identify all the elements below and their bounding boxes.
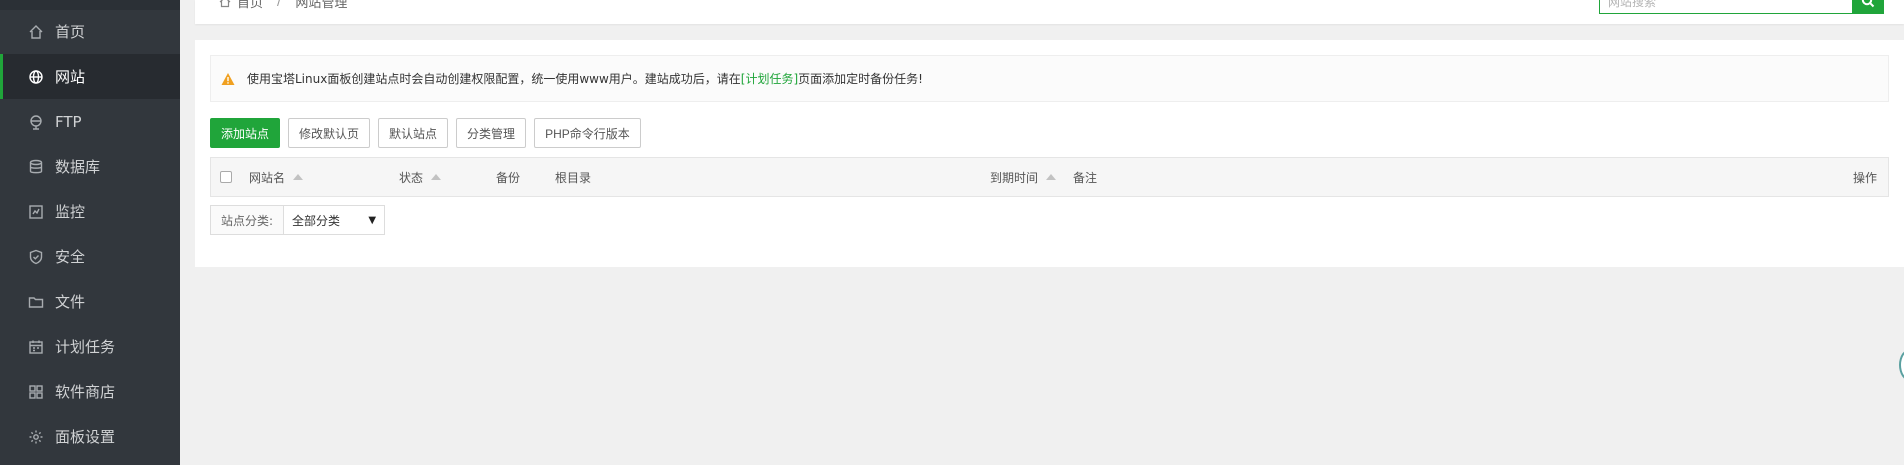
apps-grid-icon [27, 383, 45, 401]
sidebar-item-label: 安全 [55, 248, 86, 266]
category-select[interactable]: 全部分类 ▼ [284, 206, 385, 234]
caret-down-icon: ▼ [368, 214, 377, 226]
toolbar: 添加站点 修改默认页 默认站点 分类管理 PHP命令行版本 [210, 118, 641, 148]
column-actions: 操作 [1853, 158, 1877, 196]
sidebar-item-store[interactable]: 软件商店 [0, 369, 180, 414]
search-button[interactable] [1852, 0, 1884, 14]
sidebar-item-label: 数据库 [55, 158, 101, 176]
sidebar-item-website[interactable]: 网站 [0, 54, 180, 99]
column-expire-time[interactable]: 到期时间 [990, 158, 1057, 196]
floating-helper-button[interactable] [1899, 349, 1904, 381]
site-management-panel: 使用宝塔Linux面板创建站点时会自动创建权限配置，统一使用www用户。建站成功… [195, 40, 1904, 267]
category-manage-button[interactable]: 分类管理 [456, 118, 527, 148]
breadcrumb-current: 网站管理 [295, 0, 348, 11]
gear-icon [27, 428, 45, 446]
column-label: 根目录 [555, 170, 592, 185]
site-table-header: 网站名 状态 备份 根目录 到期时间 备注 操作 [210, 157, 1889, 197]
add-site-button[interactable]: 添加站点 [210, 118, 281, 148]
warning-icon [221, 72, 235, 86]
edit-default-page-button[interactable]: 修改默认页 [288, 118, 371, 148]
sidebar: 首页 网站 FTP 数据库 监控 安全 文件 计划任务 软件商店 面板设置 [0, 0, 180, 465]
site-category-filter: 站点分类: 全部分类 ▼ [210, 205, 386, 235]
sidebar-item-label: FTP [55, 112, 82, 131]
sidebar-item-ftp[interactable]: FTP [0, 99, 180, 144]
php-cli-version-button[interactable]: PHP命令行版本 [534, 118, 641, 148]
category-select-value: 全部分类 [292, 213, 341, 228]
column-site-name[interactable]: 网站名 [249, 158, 304, 196]
folder-icon [27, 293, 45, 311]
select-all-checkbox[interactable] [220, 171, 232, 183]
alert-text-after: 页面添加定时备份任务! [798, 72, 923, 86]
column-label: 备份 [496, 170, 521, 185]
sidebar-item-files[interactable]: 文件 [0, 279, 180, 324]
sidebar-item-label: 网站 [55, 68, 86, 86]
column-label: 到期时间 [990, 170, 1039, 185]
globe-icon [27, 68, 45, 86]
sidebar-item-settings[interactable]: 面板设置 [0, 414, 180, 459]
cron-task-link[interactable]: [计划任务] [741, 70, 798, 87]
info-alert: 使用宝塔Linux面板创建站点时会自动创建权限配置，统一使用www用户。建站成功… [210, 55, 1889, 102]
sidebar-item-label: 监控 [55, 203, 86, 221]
sidebar-item-cron[interactable]: 计划任务 [0, 324, 180, 369]
category-filter-label: 站点分类: [211, 206, 285, 234]
breadcrumb: 首页 / 网站管理 [219, 0, 347, 11]
column-backup: 备份 [496, 158, 520, 196]
sidebar-item-monitor[interactable]: 监控 [0, 189, 180, 234]
sidebar-item-database[interactable]: 数据库 [0, 144, 180, 189]
sidebar-item-label: 面板设置 [55, 428, 116, 446]
search-input[interactable] [1599, 0, 1852, 14]
top-header: 首页 / 网站管理 [195, 0, 1904, 24]
sort-up-icon [431, 174, 442, 180]
breadcrumb-home[interactable]: 首页 [237, 0, 263, 11]
column-label: 备注 [1073, 170, 1098, 185]
column-remark: 备注 [1073, 158, 1097, 196]
default-site-button[interactable]: 默认站点 [378, 118, 449, 148]
column-label: 状态 [399, 170, 424, 185]
breadcrumb-separator: / [277, 0, 282, 9]
home-icon [27, 23, 45, 41]
column-status[interactable]: 状态 [399, 158, 442, 196]
monitor-icon [27, 203, 45, 221]
sidebar-item-security[interactable]: 安全 [0, 234, 180, 279]
sidebar-item-label: 软件商店 [55, 383, 116, 401]
sidebar-item-label: 首页 [55, 23, 86, 41]
sort-up-icon [293, 174, 304, 180]
database-icon [27, 158, 45, 176]
site-search [1599, 0, 1884, 14]
sidebar-item-label: 计划任务 [55, 338, 116, 356]
ftp-icon [27, 113, 45, 131]
home-icon [219, 0, 231, 8]
calendar-icon [27, 338, 45, 356]
column-root-dir: 根目录 [555, 158, 591, 196]
search-icon [1861, 0, 1875, 11]
sidebar-item-label: 文件 [55, 293, 86, 311]
sort-up-icon [1046, 174, 1057, 180]
column-label: 操作 [1853, 170, 1878, 185]
alert-text-before: 使用宝塔Linux面板创建站点时会自动创建权限配置，统一使用www用户。建站成功… [247, 72, 741, 86]
column-label: 网站名 [249, 170, 286, 185]
shield-icon [27, 248, 45, 266]
sidebar-item-home[interactable]: 首页 [0, 9, 180, 54]
